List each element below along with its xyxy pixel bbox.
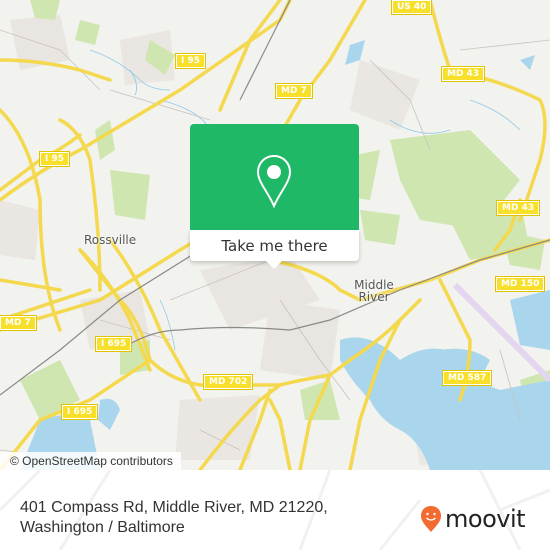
footer: 401 Compass Rd, Middle River, MD 21220, … xyxy=(0,470,550,550)
popup-header xyxy=(190,124,359,230)
highway-shield-md-150: MD 150 xyxy=(494,276,546,292)
highway-shield-i-695: I 695 xyxy=(60,404,99,420)
highway-shield-md-43: MD 43 xyxy=(495,200,541,216)
moovit-wordmark: moovit xyxy=(445,505,526,533)
map-attribution[interactable]: © OpenStreetMap contributors xyxy=(0,452,181,470)
destination-popup: Take me there xyxy=(190,124,359,269)
highway-shield-md-587: MD 587 xyxy=(441,370,493,386)
highway-shield-md-7: MD 7 xyxy=(275,83,313,99)
map[interactable]: US 40 I 95 MD 7 MD 43 I 95 MD 43 MD 7 MD… xyxy=(0,0,550,470)
highway-shield-md-7: MD 7 xyxy=(0,315,37,331)
address-line-street: 401 Compass Rd, Middle River, MD 21220, xyxy=(20,499,328,516)
place-label-middle-river: Middle River xyxy=(354,278,394,304)
location-pin-icon xyxy=(256,154,292,209)
highway-shield-i-95: I 95 xyxy=(38,151,71,167)
popup-pointer xyxy=(266,261,282,269)
address-line-region: Washington / Baltimore xyxy=(20,519,185,536)
highway-shield-md-43: MD 43 xyxy=(440,66,486,82)
highway-shield-i-95: I 95 xyxy=(174,53,207,69)
highway-shield-md-702: MD 702 xyxy=(202,374,254,390)
highway-shield-us-40: US 40 xyxy=(390,0,433,15)
moovit-logo[interactable]: moovit xyxy=(420,505,526,533)
moovit-pin-icon xyxy=(421,506,441,532)
place-label-rossville: Rossville xyxy=(84,233,137,247)
highway-shield-i-695: I 695 xyxy=(94,336,133,352)
address-block: 401 Compass Rd, Middle River, MD 21220, … xyxy=(20,498,328,538)
take-me-there-button[interactable]: Take me there xyxy=(190,230,359,261)
